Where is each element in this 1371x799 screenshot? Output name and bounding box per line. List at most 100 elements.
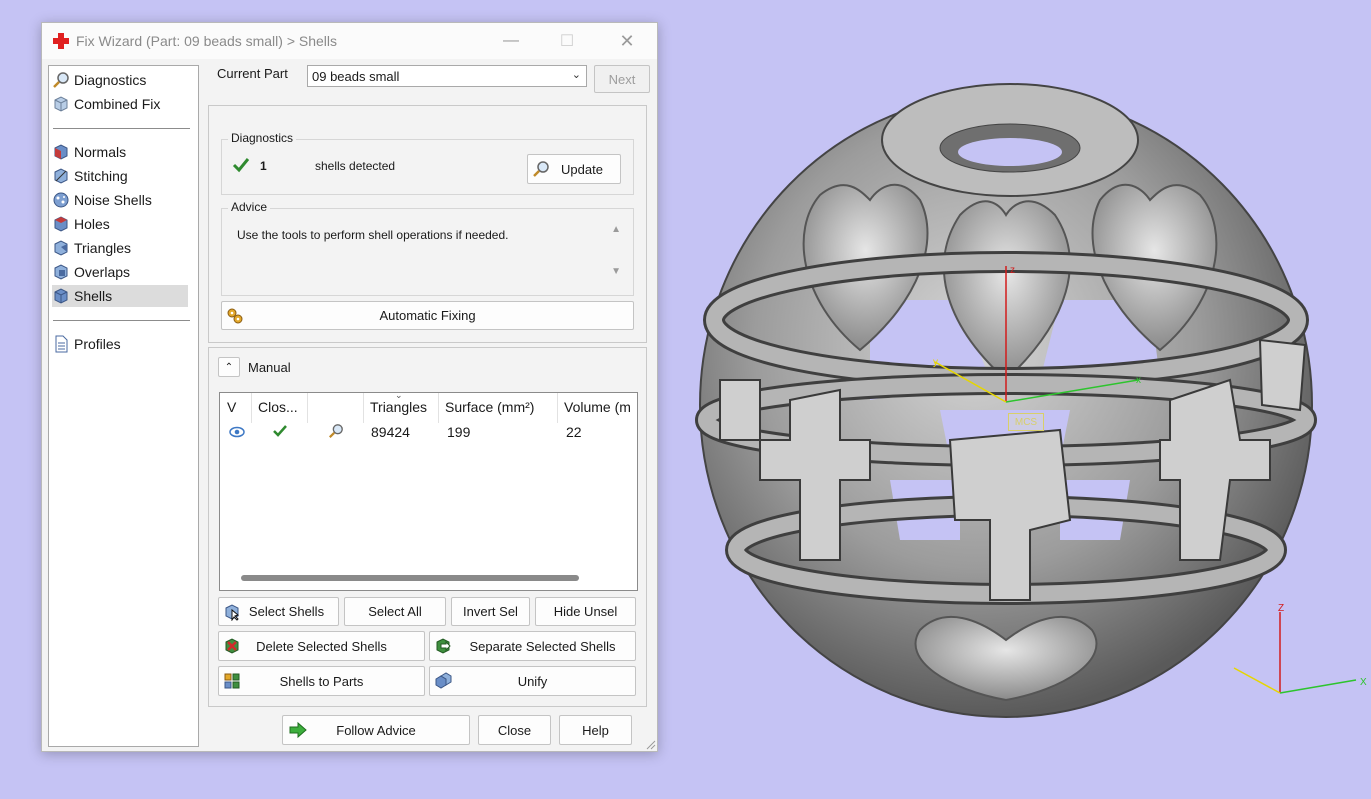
column-header-surface[interactable]: Surface (mm²) [445, 399, 534, 415]
sidebar-item-holes[interactable]: Holes [52, 213, 188, 235]
document-icon [55, 335, 68, 353]
holes-cube-icon [54, 216, 68, 232]
axis-y-label: y [933, 357, 938, 368]
advice-group: Advice Use the tools to perform shell op… [221, 200, 634, 296]
scroll-up-icon[interactable]: ▲ [611, 224, 621, 235]
checkmark-icon [232, 158, 250, 173]
sidebar-item-stitching[interactable]: Stitching [52, 165, 188, 187]
sidebar-item-triangles[interactable]: Triangles [52, 237, 188, 259]
invert-selection-button[interactable]: Invert Sel [451, 597, 530, 626]
axis-z-label: z [1010, 265, 1015, 276]
column-divider [307, 393, 308, 423]
eye-icon[interactable] [229, 426, 245, 438]
red-cross-icon [53, 33, 69, 49]
window-title: Fix Wizard (Part: 09 beads small) > Shel… [76, 33, 338, 49]
magnifier-icon [53, 72, 69, 88]
hide-unselected-button[interactable]: Hide Unsel [535, 597, 636, 626]
follow-advice-button[interactable]: Follow Advice [282, 715, 470, 745]
close-button[interactable]: Close [478, 715, 551, 745]
sidebar-item-label: Overlaps [74, 264, 131, 280]
delete-shell-icon [225, 638, 239, 654]
sidebar-item-label: Shells [74, 288, 113, 304]
follow-advice-label: Follow Advice [336, 722, 416, 738]
shells-to-parts-icon [224, 673, 240, 689]
noise-shells-icon [53, 192, 69, 208]
green-arrow-icon [289, 721, 307, 739]
advice-text: Use the tools to perform shell operation… [237, 228, 509, 242]
advice-title: Advice [228, 200, 271, 214]
automatic-fixing-label: Automatic Fixing [379, 308, 476, 323]
wizard-sidebar: Diagnostics Combined Fix Normals Stitchi… [48, 65, 199, 747]
triangles-cube-icon [54, 240, 68, 256]
normals-cube-icon [54, 144, 68, 160]
automatic-fixing-button[interactable]: Automatic Fixing [221, 301, 634, 330]
column-header-closed[interactable]: Clos... [258, 399, 298, 415]
triangles-cell: 89424 [371, 424, 410, 440]
column-divider [438, 393, 439, 423]
select-cursor-icon [225, 603, 240, 621]
column-divider [363, 393, 364, 423]
maximize-button[interactable]: ☐ [544, 23, 590, 59]
horizontal-scrollbar[interactable] [241, 575, 579, 581]
chevron-down-icon: ⌄ [571, 69, 581, 81]
select-shells-button[interactable]: Select Shells [218, 597, 339, 626]
scroll-down-icon[interactable]: ▼ [611, 266, 621, 277]
resize-grip-icon[interactable] [644, 738, 656, 750]
fix-wizard-window: Fix Wizard (Part: 09 beads small) > Shel… [41, 22, 658, 752]
column-header-volume[interactable]: Volume (m [564, 399, 631, 415]
collapse-manual-button[interactable]: ⌃ [218, 357, 240, 377]
unify-label: Unify [517, 673, 548, 689]
minimize-button[interactable]: — [488, 23, 534, 59]
close-window-button[interactable]: ✕ [604, 23, 650, 59]
column-header-visible[interactable]: V [227, 399, 236, 415]
sidebar-item-label: Stitching [74, 168, 128, 184]
sidebar-item-diagnostics[interactable]: Diagnostics [52, 69, 188, 91]
sidebar-item-profiles[interactable]: Profiles [52, 333, 188, 355]
sidebar-item-label: Normals [74, 144, 127, 160]
checkmark-icon [273, 425, 287, 437]
sidebar-item-label: Holes [74, 216, 110, 232]
sidebar-item-label: Profiles [74, 336, 121, 352]
diagnostics-group: Diagnostics 1 shells detected Update [221, 131, 634, 195]
unify-button[interactable]: Unify [429, 666, 636, 696]
current-part-label: Current Part [217, 66, 288, 81]
manual-title: Manual [248, 360, 291, 375]
separate-selected-shells-button[interactable]: Separate Selected Shells [429, 631, 636, 661]
current-part-value: 09 beads small [312, 68, 400, 84]
select-all-button[interactable]: Select All [344, 597, 446, 626]
shells-to-parts-label: Shells to Parts [279, 673, 364, 689]
column-header-triangles[interactable]: Triangles [370, 399, 427, 415]
sidebar-item-normals[interactable]: Normals [52, 141, 188, 163]
sidebar-item-label: Triangles [74, 240, 132, 256]
update-button[interactable]: Update [527, 154, 621, 184]
update-label: Update [561, 161, 603, 177]
title-bar[interactable]: Fix Wizard (Part: 09 beads small) > Shel… [42, 23, 657, 59]
select-shells-label: Select Shells [248, 604, 325, 619]
delete-selected-shells-button[interactable]: Delete Selected Shells [218, 631, 425, 661]
shells-table[interactable]: V Clos... ⌄ Triangles Surface (mm²) Volu… [219, 390, 638, 591]
next-button[interactable]: Next [594, 65, 650, 93]
overlaps-cube-icon [54, 264, 68, 280]
mcs-label: MCS [1008, 413, 1044, 431]
cube-icon [54, 96, 68, 112]
help-button[interactable]: Help [559, 715, 632, 745]
sidebar-item-label: Combined Fix [74, 96, 161, 112]
sidebar-item-label: Noise Shells [74, 192, 152, 208]
gears-icon [227, 308, 243, 323]
shells-to-parts-button[interactable]: Shells to Parts [218, 666, 425, 696]
sidebar-item-overlaps[interactable]: Overlaps [52, 261, 188, 283]
separate-shell-icon [436, 638, 451, 654]
sidebar-item-shells[interactable]: Shells [52, 285, 188, 307]
surface-cell: 199 [447, 424, 471, 440]
sidebar-item-noise-shells[interactable]: Noise Shells [52, 189, 188, 211]
sidebar-item-combined-fix[interactable]: Combined Fix [52, 93, 188, 115]
stitching-cube-icon [54, 168, 68, 184]
sidebar-separator [53, 128, 190, 129]
current-part-select[interactable]: 09 beads small ⌄ [307, 65, 587, 87]
sidebar-item-label: Diagnostics [74, 72, 147, 88]
sidebar-separator [53, 320, 190, 321]
advice-textbox[interactable]: Use the tools to perform shell operation… [230, 221, 625, 293]
magnifier-icon[interactable] [328, 423, 344, 439]
diagnostics-title: Diagnostics [228, 131, 297, 145]
column-divider [251, 393, 252, 423]
